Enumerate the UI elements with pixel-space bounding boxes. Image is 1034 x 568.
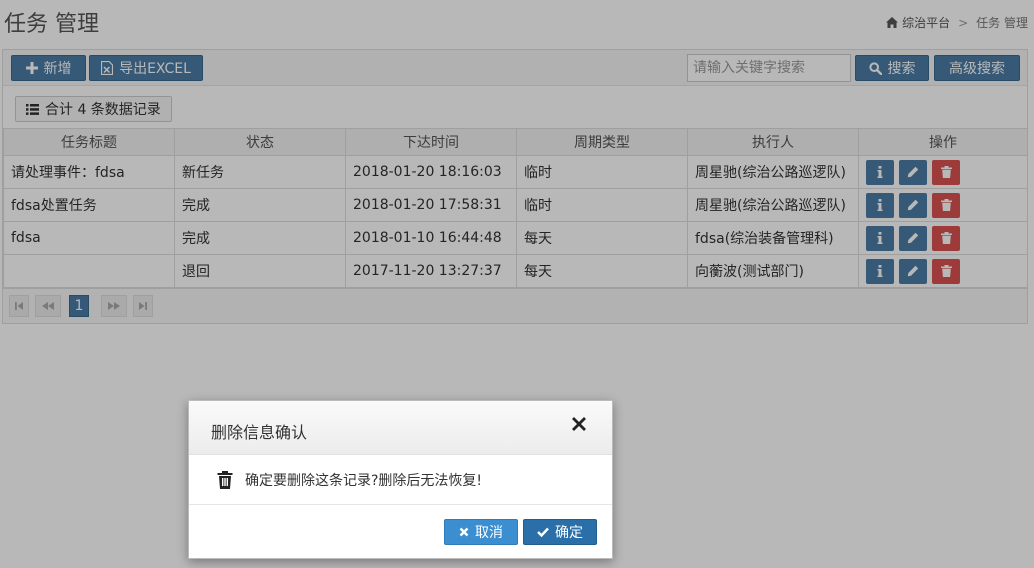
close-icon: [459, 527, 469, 537]
dialog-title: 删除信息确认: [211, 423, 308, 442]
delete-confirm-dialog: 删除信息确认 确定要删除这条记录?删除后无法恢复! 取消 确定: [188, 400, 613, 559]
check-icon: [537, 527, 549, 537]
trash-icon: [217, 470, 233, 489]
cancel-label: 取消: [475, 525, 503, 541]
dialog-message: 确定要删除这条记录?删除后无法恢复!: [245, 472, 483, 489]
dialog-body: 确定要删除这条记录?删除后无法恢复!: [189, 455, 612, 505]
confirm-button[interactable]: 确定: [523, 519, 597, 545]
confirm-label: 确定: [555, 525, 583, 541]
dialog-footer: 取消 确定: [189, 505, 612, 559]
dialog-header: 删除信息确认: [189, 401, 612, 455]
close-icon[interactable]: [572, 417, 586, 431]
cancel-button[interactable]: 取消: [444, 519, 518, 545]
